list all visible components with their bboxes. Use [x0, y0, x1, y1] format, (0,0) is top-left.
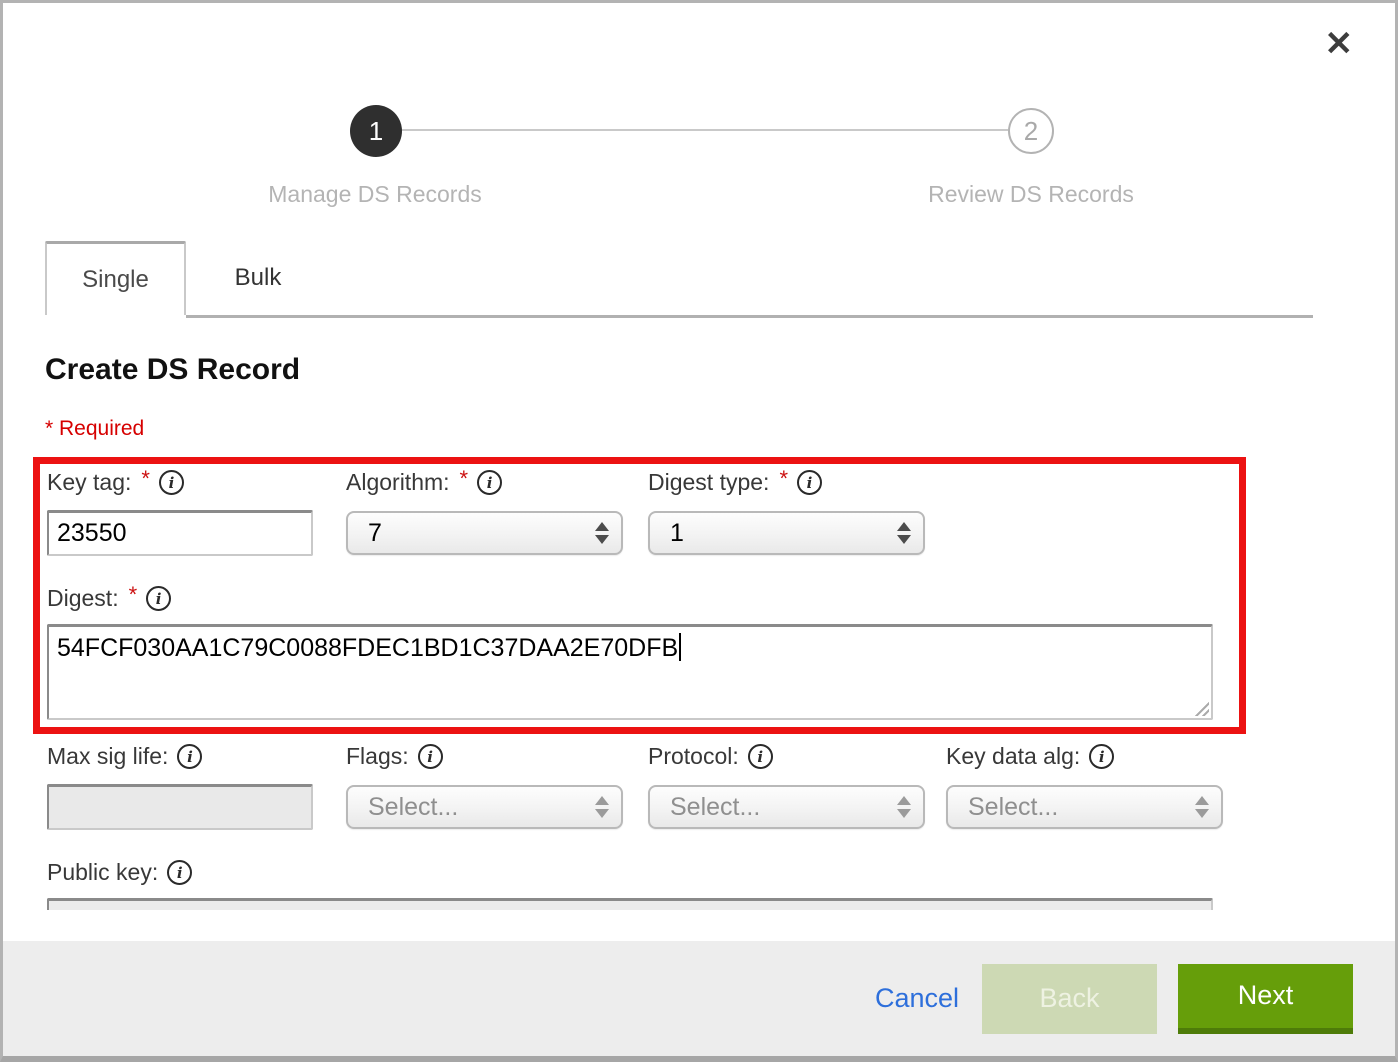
- stepper-step-2: 2: [1008, 108, 1054, 154]
- step-2-number: 2: [1024, 116, 1038, 147]
- digest-type-label-text: Digest type:: [648, 469, 769, 496]
- digest-value: 54FCF030AA1C79C0088FDEC1BD1C37DAA2E70DFB: [57, 634, 678, 662]
- select-arrows-icon: [897, 522, 911, 544]
- page-title: Create DS Record: [45, 353, 300, 387]
- flags-label-text: Flags:: [346, 743, 409, 770]
- info-icon[interactable]: i: [418, 744, 443, 769]
- key-tag-label: Key tag: * i: [47, 469, 313, 496]
- info-icon[interactable]: i: [146, 586, 171, 611]
- required-asterisk: *: [460, 466, 469, 492]
- info-icon[interactable]: i: [1089, 744, 1114, 769]
- public-key-textarea[interactable]: [47, 898, 1213, 910]
- max-sig-life-input[interactable]: [47, 784, 313, 830]
- field-public-key: Public key: i: [47, 859, 1217, 910]
- stepper-step-1: 1: [350, 105, 402, 157]
- protocol-label: Protocol: i: [648, 743, 925, 770]
- digest-label: Digest: * i: [47, 585, 1213, 612]
- select-arrows-icon: [897, 796, 911, 818]
- digest-type-select-value: 1: [670, 519, 897, 548]
- field-digest-type: Digest type: * i 1: [648, 469, 925, 555]
- required-asterisk: *: [141, 466, 150, 492]
- create-ds-record-modal: ✕ 1 2 Manage DS Records Review DS Record…: [0, 0, 1398, 1062]
- field-digest: Digest: * i 54FCF030AA1C79C0088FDEC1BD1C…: [47, 585, 1213, 720]
- max-sig-life-label-text: Max sig life:: [47, 743, 168, 770]
- field-protocol: Protocol: i Select...: [648, 743, 925, 829]
- digest-type-label: Digest type: * i: [648, 469, 925, 496]
- algorithm-label: Algorithm: * i: [346, 469, 623, 496]
- public-key-label-text: Public key:: [47, 859, 158, 886]
- step-1-number: 1: [369, 116, 383, 147]
- info-icon[interactable]: i: [159, 470, 184, 495]
- algorithm-select[interactable]: 7: [346, 511, 623, 555]
- flags-select[interactable]: Select...: [346, 785, 623, 829]
- algorithm-label-text: Algorithm:: [346, 469, 450, 496]
- tab-bulk-label: Bulk: [235, 264, 282, 292]
- resize-grip-icon[interactable]: [1193, 700, 1209, 716]
- required-asterisk: *: [129, 582, 138, 608]
- next-button[interactable]: Next: [1178, 964, 1353, 1034]
- algorithm-select-value: 7: [368, 519, 595, 548]
- digest-textarea[interactable]: 54FCF030AA1C79C0088FDEC1BD1C37DAA2E70DFB: [47, 624, 1213, 720]
- field-key-data-alg: Key data alg: i Select...: [946, 743, 1223, 829]
- key-data-alg-select[interactable]: Select...: [946, 785, 1223, 829]
- field-max-sig-life: Max sig life: i: [47, 743, 313, 830]
- protocol-select-value: Select...: [670, 793, 897, 822]
- select-arrows-icon: [1195, 796, 1209, 818]
- digest-type-select[interactable]: 1: [648, 511, 925, 555]
- protocol-select[interactable]: Select...: [648, 785, 925, 829]
- tab-bar-divider: [186, 315, 1313, 318]
- field-flags: Flags: i Select...: [346, 743, 623, 829]
- step-1-label: Manage DS Records: [225, 181, 525, 208]
- back-button[interactable]: Back: [982, 964, 1157, 1034]
- public-key-label: Public key: i: [47, 859, 1217, 886]
- tab-single-label: Single: [82, 266, 149, 294]
- info-icon[interactable]: i: [797, 470, 822, 495]
- required-note: * Required: [45, 417, 144, 441]
- field-key-tag: Key tag: * i: [47, 469, 313, 556]
- modal-footer: Cancel Back Next: [3, 941, 1395, 1056]
- cancel-button[interactable]: Cancel: [875, 983, 959, 1014]
- key-data-alg-label: Key data alg: i: [946, 743, 1223, 770]
- required-asterisk: *: [779, 466, 788, 492]
- step-2-label: Review DS Records: [881, 181, 1181, 208]
- field-algorithm: Algorithm: * i 7: [346, 469, 623, 555]
- key-data-alg-label-text: Key data alg:: [946, 743, 1080, 770]
- digest-label-text: Digest:: [47, 585, 119, 612]
- select-arrows-icon: [595, 796, 609, 818]
- flags-select-value: Select...: [368, 793, 595, 822]
- select-arrows-icon: [595, 522, 609, 544]
- key-tag-input[interactable]: [47, 510, 313, 556]
- tab-single[interactable]: Single: [45, 241, 186, 315]
- info-icon[interactable]: i: [477, 470, 502, 495]
- protocol-label-text: Protocol:: [648, 743, 739, 770]
- text-caret: [679, 633, 681, 661]
- max-sig-life-label: Max sig life: i: [47, 743, 313, 770]
- key-tag-label-text: Key tag:: [47, 469, 131, 496]
- stepper-connector-line: [402, 129, 1008, 131]
- info-icon[interactable]: i: [177, 744, 202, 769]
- info-icon[interactable]: i: [748, 744, 773, 769]
- key-data-alg-select-value: Select...: [968, 793, 1195, 822]
- close-icon[interactable]: ✕: [1325, 27, 1354, 61]
- info-icon[interactable]: i: [167, 860, 192, 885]
- tab-bulk[interactable]: Bulk: [188, 241, 328, 315]
- flags-label: Flags: i: [346, 743, 623, 770]
